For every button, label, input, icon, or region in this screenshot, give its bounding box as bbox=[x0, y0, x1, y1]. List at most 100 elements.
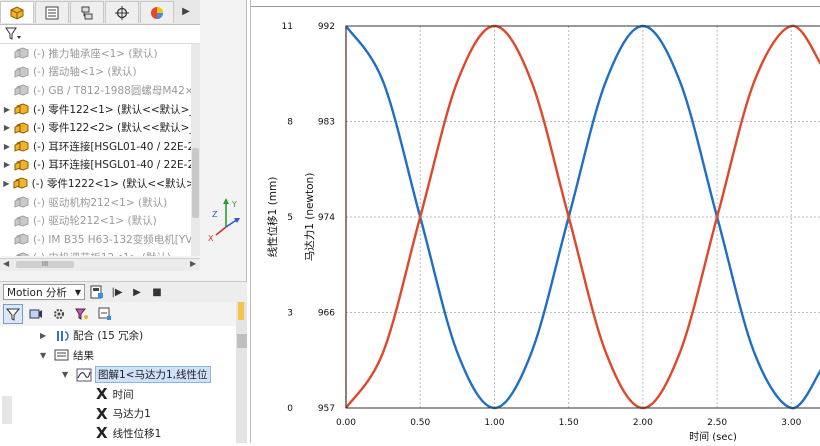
tree-item[interactable]: ▶ (-) 耳环连接[HSGL01-40 / 22E-2 bbox=[0, 156, 200, 175]
filter-icon bbox=[6, 308, 20, 321]
tree-item-label: (-) 耳环连接[HSGL01-40 / 22E-2 bbox=[33, 140, 195, 153]
filter-driving-button[interactable] bbox=[49, 304, 69, 324]
tree-item[interactable]: ▶ (-) 零件122<1> (默认<<默认>_ bbox=[0, 100, 200, 119]
left-panel: ▶ (-) 推力轴承座<1> (默认) (-) 摆动轴<1> (默认) (-) GB… bbox=[0, 0, 247, 443]
tab-configuration-manager[interactable] bbox=[70, 1, 104, 23]
tab-display-manager[interactable] bbox=[140, 1, 174, 23]
part-icon bbox=[14, 102, 30, 116]
crosshair-icon bbox=[115, 5, 129, 20]
tab-dimxpert-manager[interactable] bbox=[105, 1, 139, 23]
filter-selected-icon bbox=[75, 308, 88, 320]
motion-tree-label: 时间 bbox=[112, 388, 134, 401]
tree-item[interactable]: (-) IM B35 H63-132变频电机[YV bbox=[0, 230, 200, 249]
motion-manager-tree: ▶ 配合 (15 冗余) ▼ 结果 ▼ 图解1<马达力1,线性位 X 时间 X 马达力1 X 线性位移… bbox=[0, 326, 236, 443]
part-icon bbox=[14, 65, 30, 79]
y2-tick-label: 974 bbox=[318, 213, 335, 223]
tree-item[interactable]: (-) 电机调节板12<1> (默认) bbox=[0, 249, 200, 256]
motion-tree-item[interactable]: X 马达力1 bbox=[0, 404, 236, 424]
part-icon bbox=[14, 232, 30, 246]
tree-item[interactable]: (-) 驱动机构212<1> (默认) bbox=[0, 193, 200, 212]
scroll-right-icon[interactable]: ▶ bbox=[190, 259, 196, 268]
plot-icon bbox=[76, 368, 92, 382]
results-folder-icon bbox=[54, 348, 70, 362]
part-icon bbox=[14, 46, 30, 60]
expand-arrow-icon[interactable]: ▶ bbox=[0, 160, 14, 169]
svg-text:Z: Z bbox=[212, 210, 218, 219]
time-key-marker[interactable] bbox=[238, 302, 244, 320]
mates-icon bbox=[54, 329, 70, 343]
tree-item[interactable]: ▶ (-) 耳环连接[HSGL01-40 / 22E-2 bbox=[0, 137, 200, 156]
motion-tree-item[interactable]: ▶ 配合 (15 冗余) bbox=[0, 326, 236, 346]
tree-item-label: (-) 推力轴承座<1> (默认) bbox=[33, 47, 158, 60]
tab-feature-manager[interactable] bbox=[0, 1, 34, 23]
expand-arrow-icon[interactable]: ▼ bbox=[62, 370, 76, 379]
y1-tick-label: 3 bbox=[287, 309, 293, 319]
expand-arrow-icon[interactable]: ▶ bbox=[40, 331, 54, 340]
tree-item[interactable]: (-) 摆动轴<1> (默认) bbox=[0, 63, 200, 82]
result-plot-chart: 0 957 3 966 5 974 8 983 11 992 0.00 0.50 1.00 1.50 2.0… bbox=[251, 6, 820, 443]
motion-tree-item[interactable]: X 线性位移1 bbox=[0, 424, 236, 444]
axis-triad-icon: Y Z X bbox=[208, 198, 240, 243]
motion-filter-button[interactable] bbox=[3, 304, 23, 324]
timeline-strip[interactable] bbox=[236, 302, 247, 443]
calculate-icon[interactable] bbox=[89, 284, 105, 300]
study-type-select[interactable]: Motion 分析 ▼ bbox=[3, 284, 85, 300]
timeline-scroll-handle[interactable] bbox=[237, 334, 247, 348]
study-type-value: Motion 分析 bbox=[7, 286, 67, 299]
motion-tree-item[interactable]: ▼ 结果 bbox=[0, 346, 236, 366]
chevron-down-icon: ▼ bbox=[74, 287, 81, 297]
tree-item[interactable]: (-) GB / T812-1988圆螺母M42× bbox=[0, 81, 200, 100]
y1-tick-label: 11 bbox=[282, 22, 293, 32]
filter-animated-button[interactable] bbox=[26, 304, 46, 324]
hscroll-thumb[interactable]: III bbox=[16, 261, 74, 268]
motion-tree-scrollbar[interactable] bbox=[2, 396, 12, 424]
tree-item[interactable]: ▶ (-) 零件1222<1> (默认<<默认>_ bbox=[0, 174, 200, 193]
motion-tree-label: 图解1<马达力1,线性位 bbox=[95, 366, 211, 384]
plot-window: 0 957 3 966 5 974 8 983 11 992 0.00 0.50 1.00 1.50 2.0… bbox=[250, 0, 820, 443]
motion-tree-item[interactable]: X 时间 bbox=[0, 385, 236, 405]
y1-axis-title: 线性位移1 (mm) bbox=[266, 177, 279, 258]
tree-item[interactable]: (-) 驱动轮212<1> (默认) bbox=[0, 211, 200, 230]
collapse-tree-button[interactable] bbox=[95, 304, 115, 324]
x-tick-label: 2.50 bbox=[707, 418, 727, 428]
x-tick-label: 0.00 bbox=[336, 418, 356, 428]
part-icon bbox=[13, 176, 29, 190]
motion-tree-label: 配合 (15 冗余) bbox=[73, 330, 144, 343]
svg-text:Y: Y bbox=[231, 200, 237, 209]
step-play-icon[interactable]: |▶ bbox=[109, 284, 125, 300]
expand-arrow-icon[interactable]: ▶ bbox=[0, 142, 14, 151]
part-icon bbox=[14, 139, 30, 153]
part-icon bbox=[14, 158, 30, 172]
tab-property-manager[interactable] bbox=[35, 1, 69, 23]
tree-item[interactable]: (-) 推力轴承座<1> (默认) bbox=[0, 44, 200, 63]
tabs-overflow-chevron-icon[interactable]: ▶ bbox=[175, 0, 197, 22]
tree-item[interactable]: ▶ (-) 零件122<2> (默认<<默认>_ bbox=[0, 118, 200, 137]
filter-animated-icon bbox=[29, 309, 42, 319]
expand-arrow-icon[interactable]: ▶ bbox=[0, 179, 13, 188]
y1-tick-label: 8 bbox=[287, 118, 293, 128]
play-icon[interactable]: ▶ bbox=[129, 284, 145, 300]
y2-axis-title: 马达力1 (newton) bbox=[303, 173, 316, 262]
part-icon bbox=[14, 121, 30, 135]
feature-tree-scrollbar[interactable] bbox=[191, 44, 200, 256]
x-axis-title: 时间 (sec) bbox=[689, 430, 737, 443]
scroll-left-icon[interactable]: ◀ bbox=[3, 259, 9, 268]
variable-x-icon: X bbox=[96, 404, 108, 423]
motion-tree-item[interactable]: ▼ 图解1<马达力1,线性位 bbox=[0, 365, 236, 385]
stop-icon[interactable]: ■ bbox=[149, 284, 165, 300]
tree-item-label: (-) 耳环连接[HSGL01-40 / 22E-2 bbox=[33, 159, 195, 172]
y2-tick-label: 966 bbox=[318, 309, 335, 319]
filter-selected-button[interactable] bbox=[72, 304, 92, 324]
y1-tick-label: 5 bbox=[287, 213, 293, 223]
expand-arrow-icon[interactable]: ▶ bbox=[0, 105, 14, 114]
expand-arrow-icon[interactable]: ▶ bbox=[0, 123, 14, 132]
expand-arrow-icon[interactable]: ▼ bbox=[40, 351, 54, 360]
filter-icon[interactable] bbox=[4, 26, 22, 42]
motion-tree-label: 线性位移1 bbox=[112, 427, 162, 440]
variable-x-icon: X bbox=[96, 385, 108, 404]
part-icon bbox=[14, 251, 30, 256]
feature-tree-hscrollbar[interactable]: ◀ III ▶ bbox=[0, 258, 200, 271]
variable-x-icon: X bbox=[96, 424, 108, 443]
feature-tree: (-) 推力轴承座<1> (默认) (-) 摆动轴<1> (默认) (-) GB /… bbox=[0, 44, 200, 256]
tree-item-label: (-) IM B35 H63-132变频电机[YV bbox=[33, 233, 193, 246]
